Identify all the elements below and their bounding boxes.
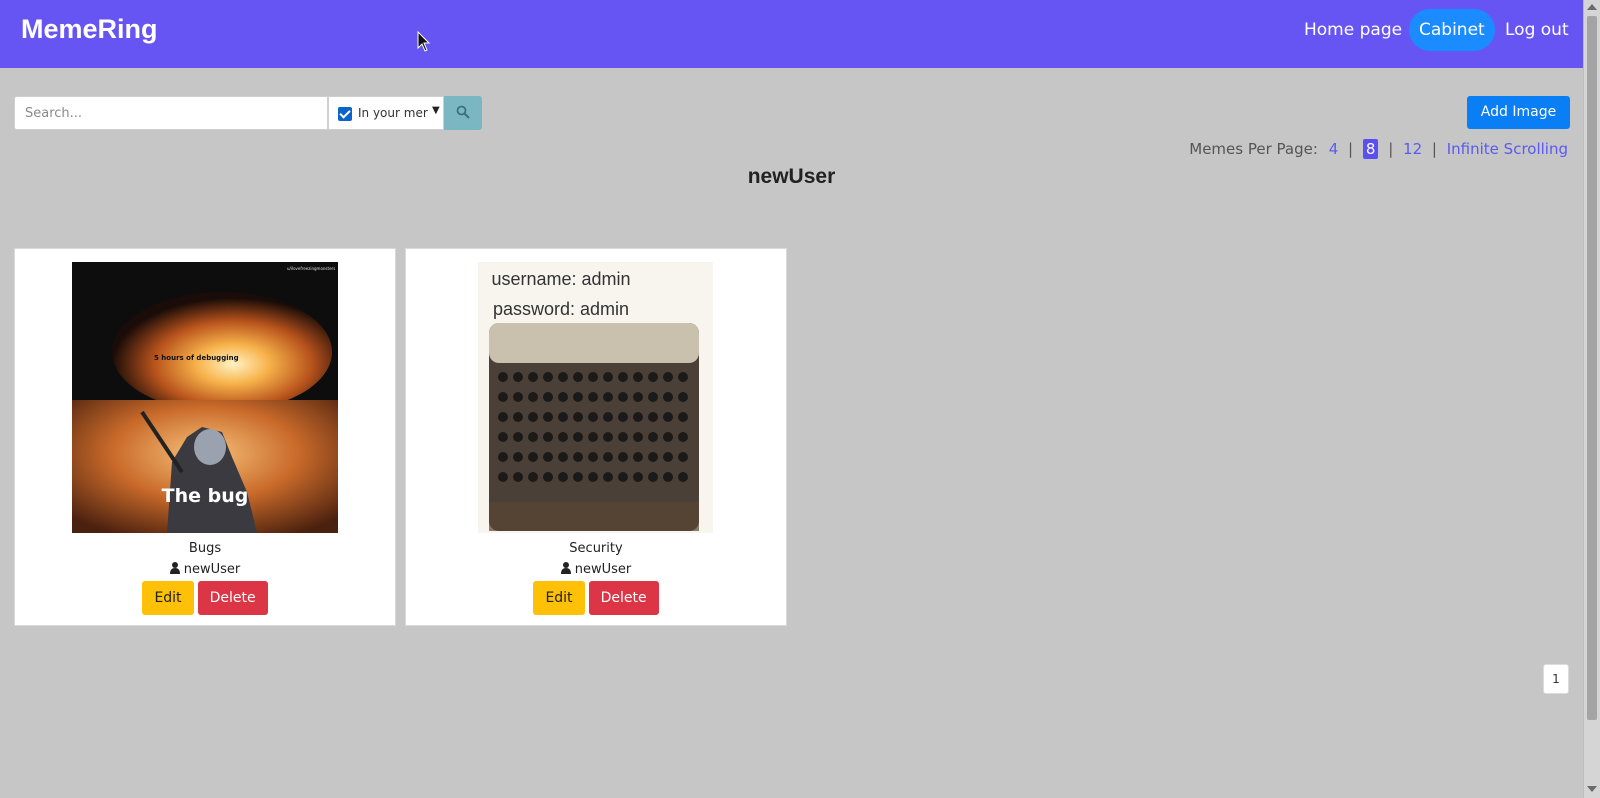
add-image-button[interactable]: Add Image — [1467, 96, 1570, 129]
scope-checkbox[interactable] — [338, 107, 352, 121]
per-page-separator: | — [1348, 140, 1354, 158]
meme-image[interactable]: 5 hours of debugging u/ilovefreezingmons… — [72, 262, 338, 533]
meme-author-name: newUser — [574, 562, 632, 577]
scope-select-label: In your mer — [358, 106, 428, 120]
meme-actions: Edit Delete — [406, 581, 786, 615]
per-page-option-12[interactable]: 12 — [1403, 140, 1422, 158]
meme-author-name: newUser — [183, 562, 241, 577]
nav-logout-link[interactable]: Log out — [1495, 9, 1579, 51]
scroll-down-icon[interactable] — [1587, 786, 1597, 792]
meme-caption-line1: username: admin — [491, 269, 630, 289]
brand-logo[interactable]: MemeRing — [21, 14, 158, 45]
meme-bottom-caption: The bug — [162, 485, 249, 507]
meme-card: username: admin password: admin Security… — [405, 248, 787, 626]
dropdown-arrow-icon: ▼ — [432, 105, 440, 116]
delete-button[interactable]: Delete — [197, 581, 268, 615]
meme-title: Bugs — [188, 541, 222, 556]
profile-username-title: newUser — [747, 165, 836, 188]
scrollbar-thumb[interactable] — [1587, 16, 1597, 720]
memes-per-page: Memes Per Page: 4 | 8 | 12 | Infinite Sc… — [1189, 139, 1568, 159]
scroll-up-icon[interactable] — [1587, 4, 1597, 10]
pagination-page[interactable]: 1 — [1543, 664, 1569, 694]
per-page-option-8[interactable]: 8 — [1362, 139, 1379, 159]
meme-title: Security — [569, 541, 623, 556]
edit-button[interactable]: Edit — [533, 581, 585, 615]
user-icon — [169, 562, 180, 574]
search-button[interactable] — [444, 96, 482, 130]
meme-image[interactable]: username: admin password: admin — [478, 262, 713, 533]
search-icon — [456, 105, 470, 119]
edit-button[interactable]: Edit — [142, 581, 194, 615]
meme-author: newUser — [406, 562, 786, 577]
meme-top-caption: 5 hours of debugging — [154, 354, 239, 362]
per-page-option-infinite[interactable]: Infinite Scrolling — [1447, 140, 1568, 158]
search-scope-select[interactable]: In your mer ▼ — [328, 96, 444, 130]
meme-caption-line2: password: admin — [493, 299, 629, 319]
per-page-option-4[interactable]: 4 — [1329, 140, 1339, 158]
meme-actions: Edit Delete — [15, 581, 395, 615]
mouse-cursor-icon — [417, 31, 431, 52]
meme-author: newUser — [15, 562, 395, 577]
per-page-label: Memes Per Page: — [1189, 140, 1318, 158]
search-input[interactable] — [14, 96, 328, 130]
meme-watermark: u/ilovefreezingmonsters — [287, 266, 335, 271]
delete-button[interactable]: Delete — [588, 581, 659, 615]
nav-home-link[interactable]: Home page — [1294, 9, 1412, 51]
nav-cabinet-link[interactable]: Cabinet — [1409, 9, 1495, 51]
navbar: MemeRing Home page Cabinet Log out — [0, 0, 1583, 68]
per-page-separator: | — [1431, 140, 1437, 158]
per-page-separator: | — [1388, 140, 1394, 158]
meme-card: 5 hours of debugging u/ilovefreezingmons… — [14, 248, 396, 626]
user-icon — [560, 562, 571, 574]
page-scrollbar[interactable] — [1583, 0, 1600, 798]
